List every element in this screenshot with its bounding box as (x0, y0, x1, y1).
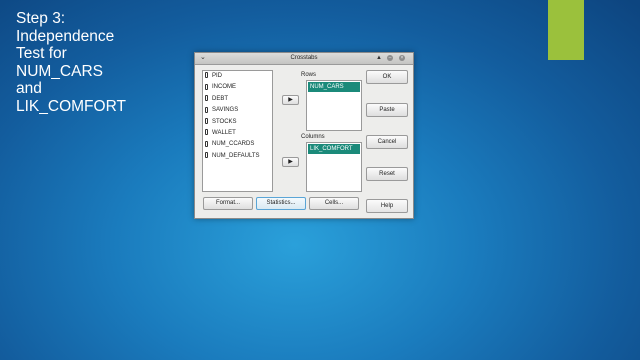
columns-label: Columns (301, 134, 325, 140)
variable-icon (205, 106, 208, 113)
paste-button[interactable]: Paste (366, 103, 408, 117)
list-item[interactable]: NUM_DEFAULTS (203, 151, 272, 162)
close-icon[interactable]: × (399, 55, 405, 61)
list-item[interactable]: SAVINGS (203, 105, 272, 116)
cells-button[interactable]: Cells... (309, 197, 359, 210)
help-button[interactable]: Help (366, 199, 408, 213)
list-item[interactable]: INCOME (203, 82, 272, 93)
variable-list[interactable]: PID INCOME DEBT SAVINGS STOCKS WALLET NU… (202, 70, 273, 192)
slide-title: Step 3: Independence Test for NUM_CARS a… (16, 10, 126, 115)
reset-button[interactable]: Reset (366, 167, 408, 181)
dialog-titlebar: ⌄ Crosstabs ▲ – × (195, 53, 413, 65)
variable-icon (205, 140, 208, 147)
rows-list[interactable]: NUM_CARS (306, 80, 362, 131)
accent-bar (548, 0, 584, 60)
list-item[interactable]: PID (203, 71, 272, 82)
pin-icon[interactable]: ▲ (376, 55, 382, 61)
format-button[interactable]: Format... (203, 197, 253, 210)
columns-list[interactable]: LIK_COMFORT (306, 142, 362, 192)
variable-icon (205, 152, 208, 159)
rows-selected-item[interactable]: NUM_CARS (308, 82, 360, 92)
cancel-button[interactable]: Cancel (366, 135, 408, 149)
list-item[interactable]: DEBT (203, 94, 272, 105)
variable-icon (205, 72, 208, 79)
rows-label: Rows (301, 72, 317, 78)
variable-icon (205, 117, 208, 124)
list-item[interactable]: WALLET (203, 128, 272, 139)
statistics-button[interactable]: Statistics... (256, 197, 306, 210)
minimize-icon[interactable]: – (387, 55, 393, 61)
columns-selected-item[interactable]: LIK_COMFORT (308, 144, 360, 154)
variable-icon (205, 83, 208, 90)
move-to-rows-button[interactable]: ▶ (282, 95, 299, 105)
move-to-columns-button[interactable]: ▶ (282, 157, 299, 167)
crosstabs-dialog: ⌄ Crosstabs ▲ – × PID INCOME DEBT SAVING… (194, 52, 414, 219)
list-item[interactable]: NUM_CCARDS (203, 139, 272, 150)
variable-icon (205, 95, 208, 102)
ok-button[interactable]: OK (366, 70, 408, 84)
variable-icon (205, 129, 208, 136)
list-item[interactable]: STOCKS (203, 117, 272, 128)
